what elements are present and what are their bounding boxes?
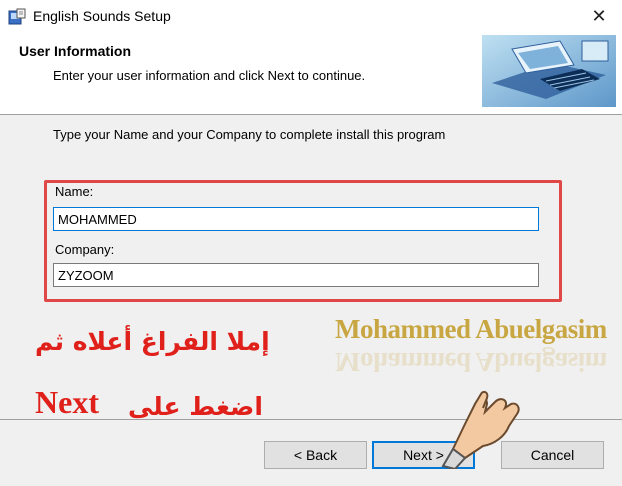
back-button[interactable]: < Back: [264, 441, 367, 469]
arabic-instruction-line2: اضغط على: [128, 392, 263, 421]
install-instruction: Type your Name and your Company to compl…: [53, 127, 446, 142]
footer-divider: [0, 419, 622, 420]
close-button[interactable]: ✕: [576, 0, 622, 33]
name-field[interactable]: [53, 207, 539, 231]
setup-icon: [8, 8, 26, 25]
pointing-hand-icon: [441, 390, 520, 469]
page-title: User Information: [19, 43, 132, 59]
computer-banner-image: [482, 35, 616, 107]
company-label: Company:: [55, 242, 115, 257]
wizard-header: User Information Enter your user informa…: [0, 33, 622, 115]
page-subtitle: Enter your user information and click Ne…: [53, 68, 366, 83]
company-field[interactable]: [53, 263, 539, 287]
annotation-next-word: Next: [35, 384, 99, 420]
name-label: Name:: [55, 184, 94, 199]
title-bar: English Sounds Setup ✕: [0, 0, 622, 33]
close-icon: ✕: [591, 6, 607, 26]
arabic-instruction-line1: إملا الفراغ أعلاه ثم: [35, 327, 270, 356]
author-signature: Mohammed Abuelgasim: [335, 314, 607, 344]
author-signature-reflection: Mohammed Abuelgasim: [335, 347, 607, 377]
window-title: English Sounds Setup: [33, 8, 171, 24]
